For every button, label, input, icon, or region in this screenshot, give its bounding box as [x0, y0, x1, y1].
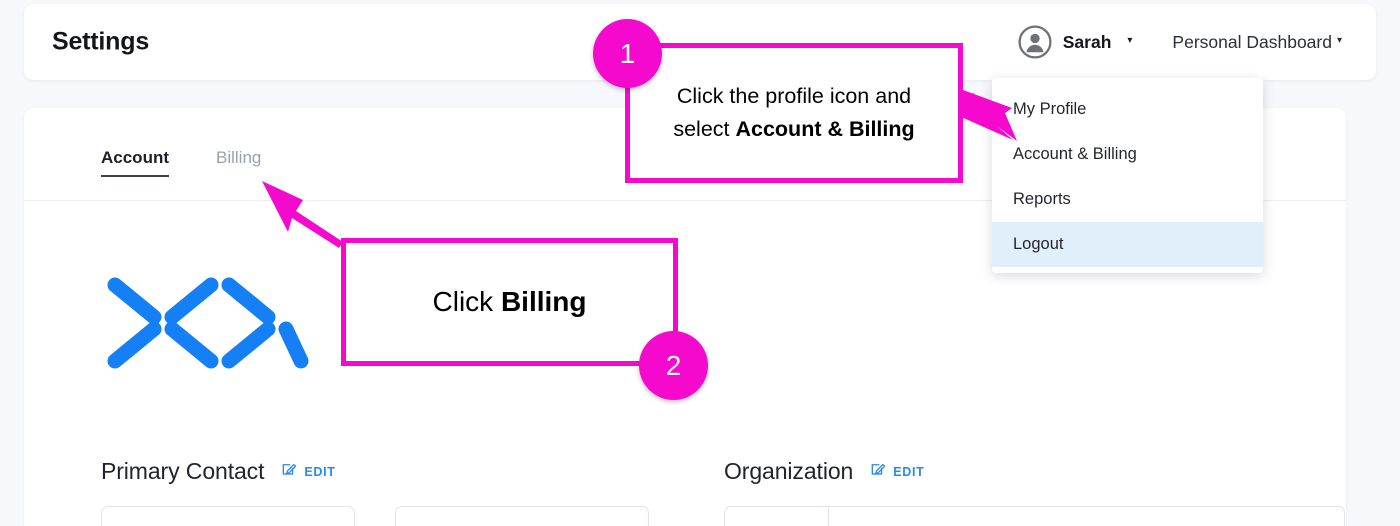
- callout-step-2[interactable]: Click Billing: [341, 238, 678, 366]
- section-organization-header: Organization EDIT: [724, 458, 925, 485]
- user-avatar-icon: [1018, 25, 1052, 59]
- callout-1-text-bold: Account & Billing: [735, 117, 915, 141]
- menu-item-my-profile[interactable]: My Profile: [992, 87, 1263, 132]
- section-title: Primary Contact: [101, 458, 265, 484]
- edit-organization-button[interactable]: EDIT: [870, 461, 924, 482]
- section-primary-contact-header: Primary Contact EDIT: [101, 458, 336, 485]
- callout-step-1[interactable]: Click the profile icon and select Accoun…: [625, 43, 963, 183]
- field-divider: [828, 507, 829, 526]
- primary-contact-field-2[interactable]: [395, 506, 649, 526]
- menu-item-account-billing[interactable]: Account & Billing: [992, 132, 1263, 177]
- tab-account[interactable]: Account: [101, 148, 169, 177]
- page-title: Settings: [52, 27, 150, 56]
- callout-2-text: Click: [432, 286, 501, 317]
- chevron-down-icon: ▾: [1127, 35, 1133, 46]
- edit-label: EDIT: [893, 464, 925, 479]
- callout-step-2-badge: 2: [639, 331, 708, 400]
- header-right-controls: Sarah ▾ Personal Dashboard ▾: [1018, 25, 1342, 59]
- primary-contact-field-1[interactable]: [101, 506, 355, 526]
- edit-pencil-icon: [281, 461, 297, 482]
- chevron-pattern-logo: [99, 268, 309, 378]
- chevron-down-icon: ▾: [1336, 35, 1342, 46]
- dashboard-switcher-label: Personal Dashboard: [1172, 31, 1332, 52]
- profile-dropdown-menu[interactable]: My Profile Account & Billing Reports Log…: [992, 78, 1263, 273]
- callout-2-text-bold: Billing: [500, 286, 587, 317]
- edit-label: EDIT: [304, 464, 336, 479]
- edit-primary-contact-button[interactable]: EDIT: [281, 461, 335, 482]
- menu-item-logout[interactable]: Logout: [992, 222, 1263, 267]
- callout-step-1-badge: 1: [593, 19, 662, 88]
- dashboard-switcher[interactable]: Personal Dashboard ▾: [1172, 32, 1342, 53]
- edit-pencil-icon: [870, 461, 886, 482]
- profile-menu-trigger[interactable]: Sarah ▾: [1018, 25, 1133, 59]
- menu-item-reports[interactable]: Reports: [992, 177, 1263, 222]
- organization-field-1[interactable]: [724, 506, 1345, 526]
- profile-name-label: Sarah: [1062, 31, 1112, 52]
- section-title: Organization: [724, 458, 854, 484]
- tab-billing[interactable]: Billing: [216, 148, 261, 168]
